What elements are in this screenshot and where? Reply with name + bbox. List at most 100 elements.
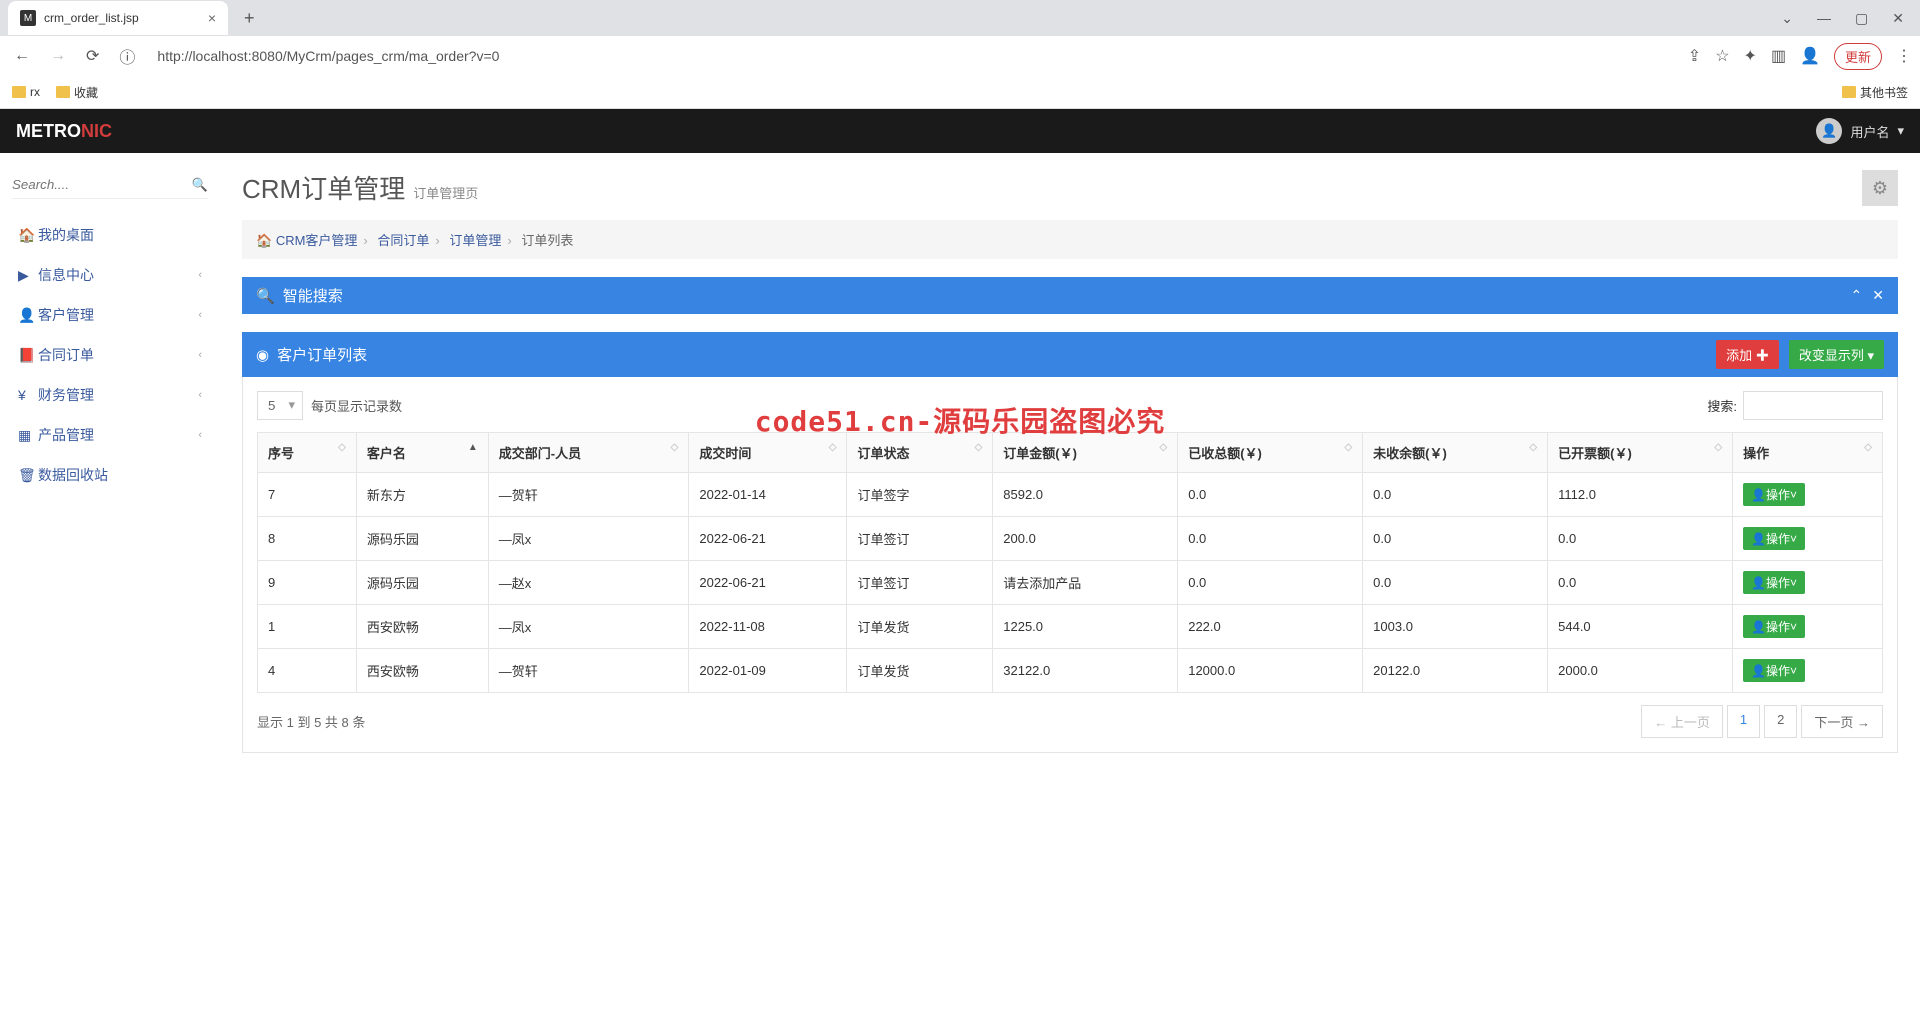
sidebar-item-info[interactable]: ▶信息中心‹ (12, 255, 208, 295)
star-icon[interactable]: ☆ (1715, 46, 1729, 66)
gear-icon[interactable]: ⚙ (1862, 170, 1898, 206)
close-window-icon[interactable]: ✕ (1892, 10, 1904, 27)
change-columns-button[interactable]: 改变显示列 ▾ (1789, 340, 1884, 369)
update-button[interactable]: 更新 (1834, 43, 1882, 70)
breadcrumb-item[interactable]: CRM客户管理 (276, 233, 358, 248)
col-seq[interactable]: 序号◇ (258, 433, 357, 473)
browser-chrome: M crm_order_list.jsp × + ⌄ — ▢ ✕ ← → ⟳ ⓘ… (0, 0, 1920, 109)
col-invoiced[interactable]: 已开票额(￥)◇ (1548, 433, 1733, 473)
order-table: 序号◇ 客户名▲ 成交部门-人员◇ 成交时间◇ 订单状态◇ 订单金额(￥)◇ 已… (257, 432, 1883, 693)
plus-icon: ✚ (1756, 348, 1769, 363)
sidebar: 🔍 🏠我的桌面 ▶信息中心‹ 👤客户管理‹ 📕合同订单‹ ¥财务管理‹ ▦产品管… (0, 153, 220, 801)
prev-page-button[interactable]: ← 上一页 (1641, 705, 1723, 738)
collapse-icon[interactable]: ⌃ (1851, 287, 1863, 304)
page-header: CRM订单管理 订单管理页 ⚙ (242, 169, 1898, 206)
cell-received: 0.0 (1178, 517, 1363, 561)
col-customer[interactable]: 客户名▲ (356, 433, 488, 473)
list-panel-title: 客户订单列表 (277, 344, 367, 365)
sidebar-item-recycle[interactable]: 🗑数据回收站 (12, 455, 208, 495)
page-subtitle: 订单管理页 (413, 183, 478, 206)
sidebar-item-product[interactable]: ▦产品管理‹ (12, 415, 208, 455)
logo: METRONIC (16, 121, 112, 142)
chevron-left-icon: ‹ (198, 389, 202, 401)
cell-seq: 1 (258, 605, 357, 649)
table-info: 显示 1 到 5 共 8 条 (257, 712, 365, 731)
cell-op: 👤操作˅ (1733, 517, 1883, 561)
search-input[interactable] (12, 171, 192, 198)
address-bar: ← → ⟳ ⓘ ⇪ ☆ ✦ ▥ 👤 更新 ⋮ (0, 36, 1920, 76)
sidebar-search: 🔍 (12, 171, 208, 199)
cell-seq: 4 (258, 649, 357, 693)
close-icon[interactable]: ✕ (1872, 287, 1884, 304)
url-input[interactable] (149, 42, 1679, 70)
folder-icon (1842, 86, 1856, 98)
sidebar-item-desktop[interactable]: 🏠我的桌面 (12, 215, 208, 255)
user-menu[interactable]: 👤 用户名 ▾ (1816, 118, 1904, 144)
cell-unpaid: 1003.0 (1363, 605, 1548, 649)
close-icon[interactable]: × (208, 10, 216, 26)
row-action-button[interactable]: 👤操作˅ (1743, 571, 1805, 594)
cell-time: 2022-01-14 (689, 473, 847, 517)
col-amount[interactable]: 订单金额(￥)◇ (993, 433, 1178, 473)
col-unpaid[interactable]: 未收余额(￥)◇ (1363, 433, 1548, 473)
cell-op: 👤操作˅ (1733, 605, 1883, 649)
bookmark-rx[interactable]: rx (12, 85, 40, 99)
chevron-left-icon: ‹ (198, 309, 202, 321)
table-search: 搜索: (1707, 391, 1883, 420)
chevron-left-icon: ‹ (198, 269, 202, 281)
col-status[interactable]: 订单状态◇ (847, 433, 993, 473)
table-toolbar: 5 每页显示记录数 搜索: (257, 391, 1883, 420)
row-action-button[interactable]: 👤操作˅ (1743, 527, 1805, 550)
reload-icon[interactable]: ⟳ (80, 42, 105, 70)
col-dept[interactable]: 成交部门-人员◇ (488, 433, 689, 473)
page-size-select[interactable]: 5 (257, 391, 303, 420)
info-icon[interactable]: ⓘ (113, 40, 141, 72)
cell-dept: —贺轩 (488, 649, 689, 693)
cell-received: 12000.0 (1178, 649, 1363, 693)
maximize-icon[interactable]: ▢ (1855, 10, 1868, 27)
sidepanel-icon[interactable]: ▥ (1771, 46, 1786, 66)
menu-icon[interactable]: ⋮ (1896, 46, 1912, 66)
app-header: METRONIC 👤 用户名 ▾ (0, 109, 1920, 153)
cell-status: 订单签订 (847, 561, 993, 605)
next-page-button[interactable]: 下一页 → (1801, 705, 1883, 738)
row-action-button[interactable]: 👤操作˅ (1743, 659, 1805, 682)
col-time[interactable]: 成交时间◇ (689, 433, 847, 473)
cell-invoiced: 544.0 (1548, 605, 1733, 649)
cell-amount: 1225.0 (993, 605, 1178, 649)
table-header-row: 序号◇ 客户名▲ 成交部门-人员◇ 成交时间◇ 订单状态◇ 订单金额(￥)◇ 已… (258, 433, 1883, 473)
breadcrumb-item[interactable]: 订单管理 (449, 233, 501, 248)
new-tab-button[interactable]: + (236, 8, 263, 29)
sidebar-item-customer[interactable]: 👤客户管理‹ (12, 295, 208, 335)
row-action-button[interactable]: 👤操作˅ (1743, 483, 1805, 506)
other-bookmarks[interactable]: 其他书签 (1842, 84, 1908, 101)
browser-tab[interactable]: M crm_order_list.jsp × (8, 1, 228, 35)
cell-dept: —凤x (488, 517, 689, 561)
extensions-icon[interactable]: ✦ (1744, 46, 1757, 66)
home-icon: 🏠 (18, 227, 38, 244)
breadcrumb-item[interactable]: 合同订单 (377, 233, 429, 248)
cell-time: 2022-01-09 (689, 649, 847, 693)
table-search-input[interactable] (1743, 391, 1883, 420)
minimize-icon[interactable]: — (1817, 10, 1831, 27)
table-footer: 显示 1 到 5 共 8 条 ← 上一页 1 2 下一页 → (257, 705, 1883, 738)
cell-time: 2022-11-08 (689, 605, 847, 649)
search-icon[interactable]: 🔍 (192, 177, 208, 193)
profile-icon[interactable]: 👤 (1800, 46, 1820, 66)
page-1-button[interactable]: 1 (1727, 705, 1760, 738)
user-label: 用户名 (1850, 122, 1889, 141)
add-button[interactable]: 添加 ✚ (1716, 340, 1779, 369)
sidebar-item-finance[interactable]: ¥财务管理‹ (12, 375, 208, 415)
back-icon[interactable]: ← (8, 43, 36, 69)
col-received[interactable]: 已收总额(￥)◇ (1178, 433, 1363, 473)
sidebar-item-contract[interactable]: 📕合同订单‹ (12, 335, 208, 375)
chevron-down-icon[interactable]: ⌄ (1781, 10, 1793, 27)
forward-icon[interactable]: → (44, 43, 72, 69)
row-action-button[interactable]: 👤操作˅ (1743, 615, 1805, 638)
page-2-button[interactable]: 2 (1764, 705, 1797, 738)
main-content: CRM订单管理 订单管理页 ⚙ 🏠 CRM客户管理› 合同订单› 订单管理› 订… (220, 153, 1920, 801)
cell-received: 0.0 (1178, 473, 1363, 517)
share-icon[interactable]: ⇪ (1688, 46, 1701, 66)
bookmark-favorites[interactable]: 收藏 (56, 84, 98, 101)
video-icon: ▶ (18, 267, 38, 284)
